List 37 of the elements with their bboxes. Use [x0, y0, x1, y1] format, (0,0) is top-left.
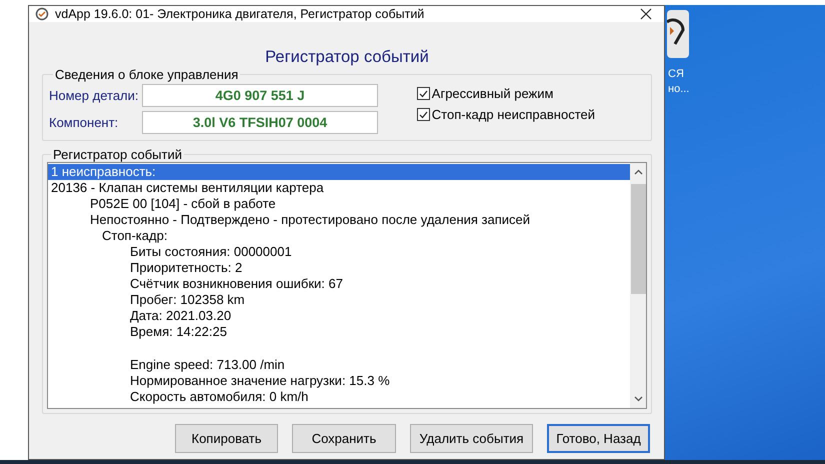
list-item[interactable]: Непостоянно - Подтверждено - протестировано после удаления записей	[48, 212, 630, 228]
group-title: Сведения о блоке управления	[54, 67, 240, 82]
close-icon[interactable]	[640, 8, 652, 20]
scroll-down-icon[interactable]	[634, 396, 642, 402]
scrollbar[interactable]	[630, 163, 646, 408]
list-item[interactable]: Приоритетность: 2	[48, 260, 630, 276]
app-logo-icon	[35, 7, 49, 21]
dialog-heading: Регистратор событий	[265, 48, 429, 67]
dialog-button[interactable]: Готово, Назад	[547, 424, 650, 453]
checkbox[interactable]	[416, 108, 430, 121]
checkbox-label: Стоп-кадр неисправностей	[432, 107, 595, 122]
window-title: vdApp 19.6.0: 01- Электроника двигателя, Регистратор событий	[55, 7, 426, 21]
field-label: Номер детали:	[49, 88, 140, 103]
list-item[interactable]: P052E 00 [104] - сбой в работе	[48, 196, 630, 212]
desktop-icon-label: но...	[668, 82, 690, 97]
list-item[interactable]: Счётчик возникновения ошибки: 67	[48, 276, 630, 292]
field-label: Компонент:	[49, 115, 120, 130]
desktop-icon-label: СЯ	[668, 67, 685, 82]
list-item[interactable]: 1 неисправность:	[48, 164, 630, 180]
scroll-up-icon[interactable]	[634, 169, 642, 175]
dialog-button[interactable]: Копировать	[175, 424, 278, 453]
dialog-button[interactable]: Сохранить	[292, 424, 396, 453]
list-item[interactable]: Время: 14:22:25	[48, 324, 630, 340]
dialog-button[interactable]: Удалить события	[410, 424, 533, 453]
checkbox-label: Агрессивный режим	[432, 86, 554, 101]
group-title: Регистратор событий	[52, 147, 183, 162]
list-item[interactable]: Нормированное значение нагрузки: 15.3 %	[48, 373, 630, 389]
list-item[interactable]: Дата: 2021.03.20	[48, 308, 630, 324]
list-item[interactable]: Пробег: 102358 km	[48, 292, 630, 308]
desktop-app-icon[interactable]	[667, 10, 689, 58]
list-item[interactable]: 20136 - Клапан системы вентиляции картера	[48, 180, 630, 196]
list-item[interactable]: Скорость автомобиля: 0 km/h	[48, 389, 630, 405]
list-item[interactable]: Биты состояния: 00000001	[48, 244, 630, 260]
value-field[interactable]: 3.0l V6 TFSIH07 0004	[142, 111, 378, 134]
value-field[interactable]: 4G0 907 551 J	[142, 84, 378, 107]
list-item[interactable]: Стоп-кадр:	[48, 228, 630, 244]
checkbox[interactable]	[416, 87, 430, 100]
